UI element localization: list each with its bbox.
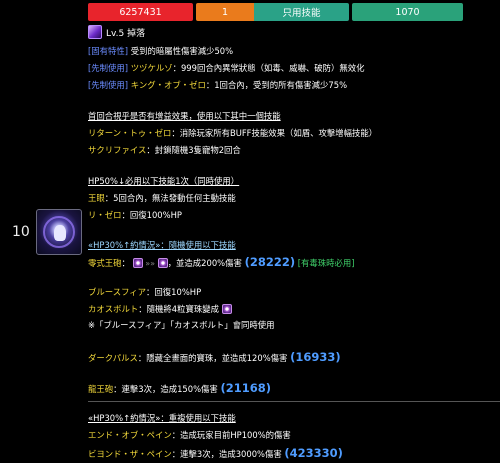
dark-pulse-line: ダークパルス：隱藏全畫面的寶珠，並造成120%傷害 (16933): [88, 350, 341, 364]
poison-required-tag: [有毒珠時必用]: [297, 258, 355, 268]
dragon-king-line: 龍王砲：連擊3次，造成150%傷害 (21168): [88, 381, 271, 395]
orb-icon: [221, 304, 232, 314]
combo-note: ※「ブルースフィア」「カオスボルト」會同時使用: [88, 320, 275, 330]
bluesphere-line: ブルースフィア：回復10%HP: [88, 287, 202, 297]
beyond-the-pain-damage: (423330): [284, 446, 343, 460]
dragon-king-damage: (21168): [220, 381, 271, 395]
end-of-pain-line: エンド・オブ・ペイン：造成玩家目前HP100%的傷害: [88, 430, 291, 440]
first-turn-heading: 首回合視乎是否有增益效果，使用以下其中一個技能: [88, 111, 281, 121]
hp30-repeat-heading: «HP30%↑約情況»：重複使用以下技能: [88, 413, 236, 423]
avatar-core-icon: [54, 225, 66, 241]
beyond-the-pain-line: ビヨンド・ザ・ペイン：連擊3次，造成3000%傷害 (423330): [88, 446, 343, 460]
skill-type-value: 只用技能: [254, 3, 349, 21]
stats-row: 6257431 1 只用技能 1070: [88, 3, 463, 21]
orb-icon: [132, 258, 143, 268]
divider: [88, 401, 500, 402]
hp50-heading: HP50%↓必用以下技能1次（同時使用）: [88, 176, 240, 186]
rizero-line: リ・ゼロ：回復100%HP: [88, 210, 182, 220]
zero-king-line: 零式王砲： »» ，並造成200%傷害 (28222) [有毒珠時必用]: [88, 255, 355, 269]
skill-level: Lv.5 掉落: [106, 29, 146, 39]
chaos-bolt-line: カオスボルト：隨機將4粒寶珠變成: [88, 303, 232, 315]
hp-value: 6257431: [88, 3, 193, 21]
innate-line: [固有特性] 受到的暗屬性傷害減少50%: [88, 46, 234, 56]
preemptive-line-1: [先制使用] ツヅケルゾ：999回合內異常狀態（如毒、威嚇、破防）無效化: [88, 63, 365, 73]
hp30-heading: «HP30%↑約情況»：隨機使用以下技能: [88, 240, 236, 250]
poison-orb-icon: [157, 258, 168, 268]
zero-king-damage: (28222): [244, 255, 296, 269]
return-to-zero-line: リターン・トゥ・ゼロ：消除玩家所有BUFF技能效果（如盾、攻擊增幅技能）: [88, 128, 378, 138]
king-eye-line: 王眼：5回合內，無法發動任何主動技能: [88, 193, 236, 203]
cooldown-value: 1: [196, 3, 254, 21]
skill-icon: [88, 25, 102, 39]
atk-value: 1070: [352, 3, 463, 21]
preemptive-line-2: [先制使用] キング・オブ・ゼロ：1回合內，受到的所有傷害減少75%: [88, 80, 348, 90]
dark-pulse-damage: (16933): [290, 350, 341, 364]
row-number: 10: [12, 224, 30, 240]
sacrifice-line: サクリファイス：封鎖隨機3隻寵物2回合: [88, 145, 241, 155]
monster-avatar[interactable]: [36, 209, 82, 255]
